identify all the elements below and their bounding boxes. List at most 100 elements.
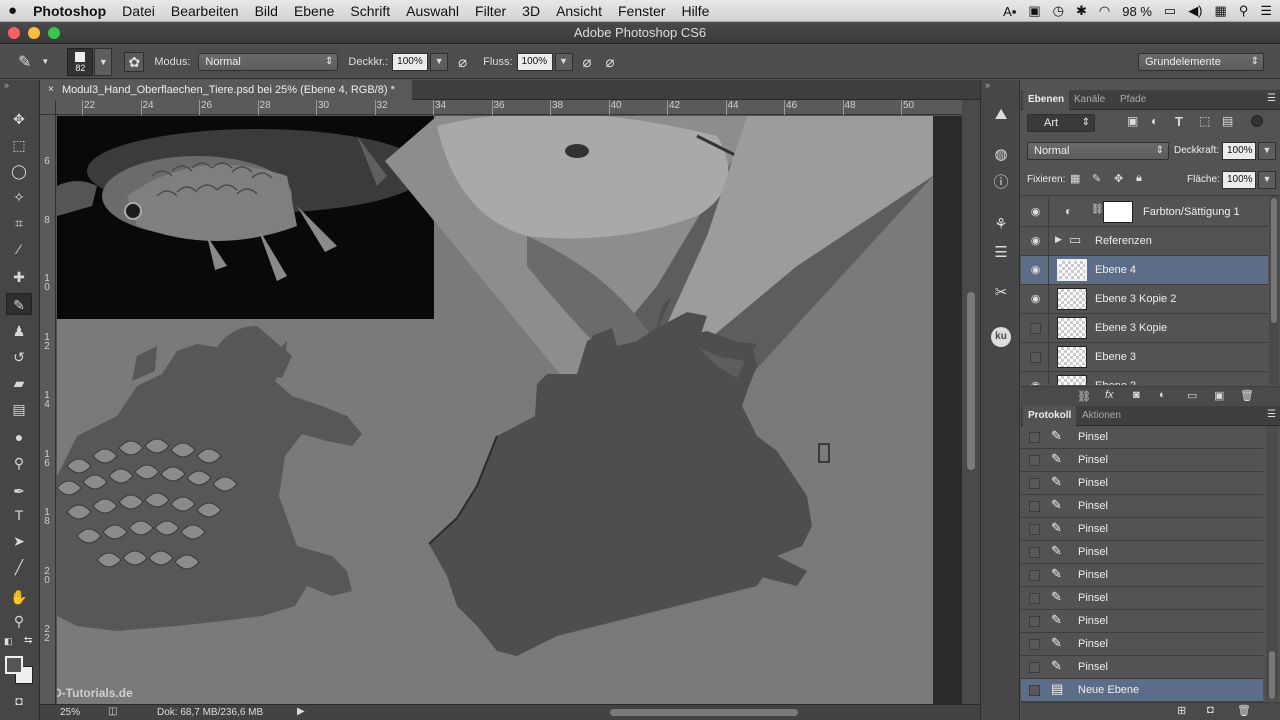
menu-3d[interactable]: 3D <box>514 3 548 19</box>
eye-icon[interactable]: ◉ <box>1023 227 1049 255</box>
kuler-panel-icon[interactable]: ku <box>989 324 1013 347</box>
tab-pfade[interactable]: Pfade <box>1115 90 1151 110</box>
flow-input[interactable]: 100% <box>516 52 553 71</box>
new-adjustment-icon[interactable]: ◐ <box>1159 389 1166 401</box>
pen-tool-icon[interactable]: ✒ <box>6 480 32 502</box>
history-state[interactable]: ✎ Pinsel <box>1021 587 1263 610</box>
crop-tool-icon[interactable]: ⌗ <box>6 212 32 234</box>
link-layers-icon[interactable]: ⛓ <box>1077 390 1091 403</box>
menu-auswahl[interactable]: Auswahl <box>398 3 467 19</box>
history-source-checkbox[interactable] <box>1029 593 1040 604</box>
history-source-checkbox[interactable] <box>1029 478 1040 489</box>
history-source-checkbox[interactable] <box>1029 547 1040 558</box>
history-state[interactable]: ✎ Pinsel <box>1021 495 1263 518</box>
filter-type-icon[interactable]: T <box>1175 114 1183 129</box>
blur-tool-icon[interactable]: ● <box>6 426 32 448</box>
histogram-panel-icon[interactable]: ⛰ <box>989 104 1013 126</box>
history-state[interactable]: ✎ Pinsel <box>1021 472 1263 495</box>
delete-layer-icon[interactable]: 🗑︎ <box>1240 389 1254 402</box>
menu-bearbeiten[interactable]: Bearbeiten <box>163 3 247 19</box>
type-tool-icon[interactable]: T <box>6 504 32 526</box>
adjustments-panel-icon[interactable]: ☰ <box>989 242 1013 264</box>
layer-list-scrollbar[interactable] <box>1269 196 1279 385</box>
gradient-tool-icon[interactable]: ▤ <box>6 398 32 420</box>
history-state[interactable]: ✎ Pinsel <box>1021 633 1263 656</box>
filter-smartobject-icon[interactable]: ▤ <box>1222 114 1233 128</box>
lock-image-icon[interactable]: ✎ <box>1092 172 1101 185</box>
filter-pixel-icon[interactable]: ▣ <box>1127 114 1138 128</box>
healing-brush-tool-icon[interactable]: ✚ <box>6 266 32 288</box>
history-state[interactable]: ✎ Pinsel <box>1021 518 1263 541</box>
camera-icon[interactable]: ▣ <box>1028 3 1040 19</box>
marquee-tool-icon[interactable]: ⬚ <box>6 134 32 156</box>
document-canvas[interactable]: PSD-Tutorials.de <box>57 116 933 704</box>
battery-text[interactable]: 98 % <box>1122 4 1152 19</box>
ruler-vertical[interactable]: 6 8 1 0 1 2 1 4 1 6 1 8 2 0 2 2 <box>40 115 56 704</box>
delete-state-icon[interactable]: 🗑︎ <box>1237 704 1251 717</box>
eyedropper-tool-icon[interactable]: ⁄ <box>6 238 32 260</box>
tool-preset-dropdown-icon[interactable]: ▼ <box>41 57 49 66</box>
menu-ansicht[interactable]: Ansicht <box>548 3 610 19</box>
dodge-tool-icon[interactable]: ⚲ <box>6 452 32 474</box>
filter-shape-icon[interactable]: ⬚ <box>1199 114 1210 128</box>
pressure-opacity-icon[interactable]: ⌀ <box>458 53 467 71</box>
lock-transparent-icon[interactable]: ▦ <box>1070 172 1080 185</box>
status-export-icon[interactable]: ◫ <box>108 706 117 717</box>
volume-icon[interactable]: ◀) <box>1188 3 1202 19</box>
layer-style-icon[interactable]: fx <box>1105 389 1114 401</box>
new-snapshot-icon[interactable]: ◘ <box>1207 704 1214 716</box>
history-state[interactable]: ✎ Pinsel <box>1021 656 1263 679</box>
pressure-size-icon[interactable]: ⌀ <box>606 53 615 71</box>
history-state[interactable]: ✎ Pinsel <box>1021 541 1263 564</box>
canvas-horizontal-scrollbar[interactable] <box>320 705 962 720</box>
opacity-slider-arrow-icon[interactable]: ▼ <box>430 52 449 71</box>
eye-icon[interactable]: ◉ <box>1023 198 1049 226</box>
eye-hidden-slot[interactable] <box>1023 343 1049 371</box>
eye-icon[interactable]: ◉ <box>1023 285 1049 313</box>
toolbox-collapse-icon[interactable]: » <box>4 80 9 90</box>
layer-row-group[interactable]: ◉ ▶ ▭ Referenzen <box>1021 227 1268 256</box>
menu-ebene[interactable]: Ebene <box>286 3 342 19</box>
layer-opacity-input[interactable]: 100% <box>1222 142 1256 160</box>
layer-mask-thumbnail[interactable] <box>1103 201 1133 223</box>
canvas-horizontal-scroll-thumb[interactable] <box>610 709 798 716</box>
minimize-window-button[interactable] <box>28 27 40 39</box>
menu-photoshop[interactable]: Photoshop <box>25 3 114 19</box>
add-mask-icon[interactable]: ◙ <box>1133 389 1140 401</box>
history-source-checkbox[interactable] <box>1029 616 1040 627</box>
layer-fill-arrow-icon[interactable]: ▼ <box>1258 171 1276 189</box>
tool-presets-panel-icon[interactable]: ✂ <box>989 282 1013 304</box>
layer-list-scroll-thumb[interactable] <box>1271 198 1277 323</box>
history-state[interactable]: ✎ Pinsel <box>1021 564 1263 587</box>
new-document-from-state-icon[interactable]: ⊞ <box>1177 704 1186 717</box>
calendar-icon[interactable]: ▦ <box>1215 3 1227 19</box>
history-source-checkbox[interactable] <box>1029 662 1040 673</box>
eye-icon[interactable]: ◉ <box>1023 256 1049 284</box>
adobe-status-icon[interactable]: A▪ <box>1003 4 1016 19</box>
brush-tool-preset-icon[interactable]: ✎ <box>18 52 31 72</box>
layer-row[interactable]: Ebene 3 Kopie <box>1021 314 1268 343</box>
brush-tool-icon[interactable]: ✎ <box>6 293 32 315</box>
strip-collapse-icon[interactable]: » <box>985 80 990 90</box>
canvas-vertical-scrollbar[interactable] <box>962 100 980 704</box>
history-panel-menu-icon[interactable]: ☰ <box>1267 409 1276 420</box>
history-state[interactable]: ✎ Pinsel <box>1021 426 1263 449</box>
layer-blend-mode-select[interactable]: Normal <box>1027 142 1169 160</box>
default-colors-icon[interactable]: ◧ <box>4 636 13 647</box>
history-scroll-thumb[interactable] <box>1269 651 1275 699</box>
expand-group-icon[interactable]: ▶ <box>1055 234 1062 245</box>
apple-menu-icon[interactable]: ● <box>0 2 25 19</box>
history-source-checkbox[interactable] <box>1029 685 1040 696</box>
mask-link-icon[interactable]: ⛓ <box>1091 204 1104 215</box>
status-menu-arrow-icon[interactable]: ▶ <box>297 706 305 717</box>
eraser-tool-icon[interactable]: ▰ <box>6 372 32 394</box>
opacity-input[interactable]: 100% <box>392 52 429 71</box>
layer-row[interactable]: ◉ Ebene 3 Kopie 2 <box>1021 285 1268 314</box>
brush-panel-toggle-icon[interactable]: ✿ <box>124 51 145 72</box>
time-machine-icon[interactable]: ◷ <box>1053 3 1064 19</box>
lock-all-icon[interactable]: 🔒︎ <box>1136 172 1142 185</box>
ruler-corner[interactable] <box>40 100 56 115</box>
history-source-checkbox[interactable] <box>1029 639 1040 650</box>
filter-toggle-icon[interactable] <box>1251 115 1263 127</box>
layer-fill-input[interactable]: 100% <box>1222 171 1256 189</box>
